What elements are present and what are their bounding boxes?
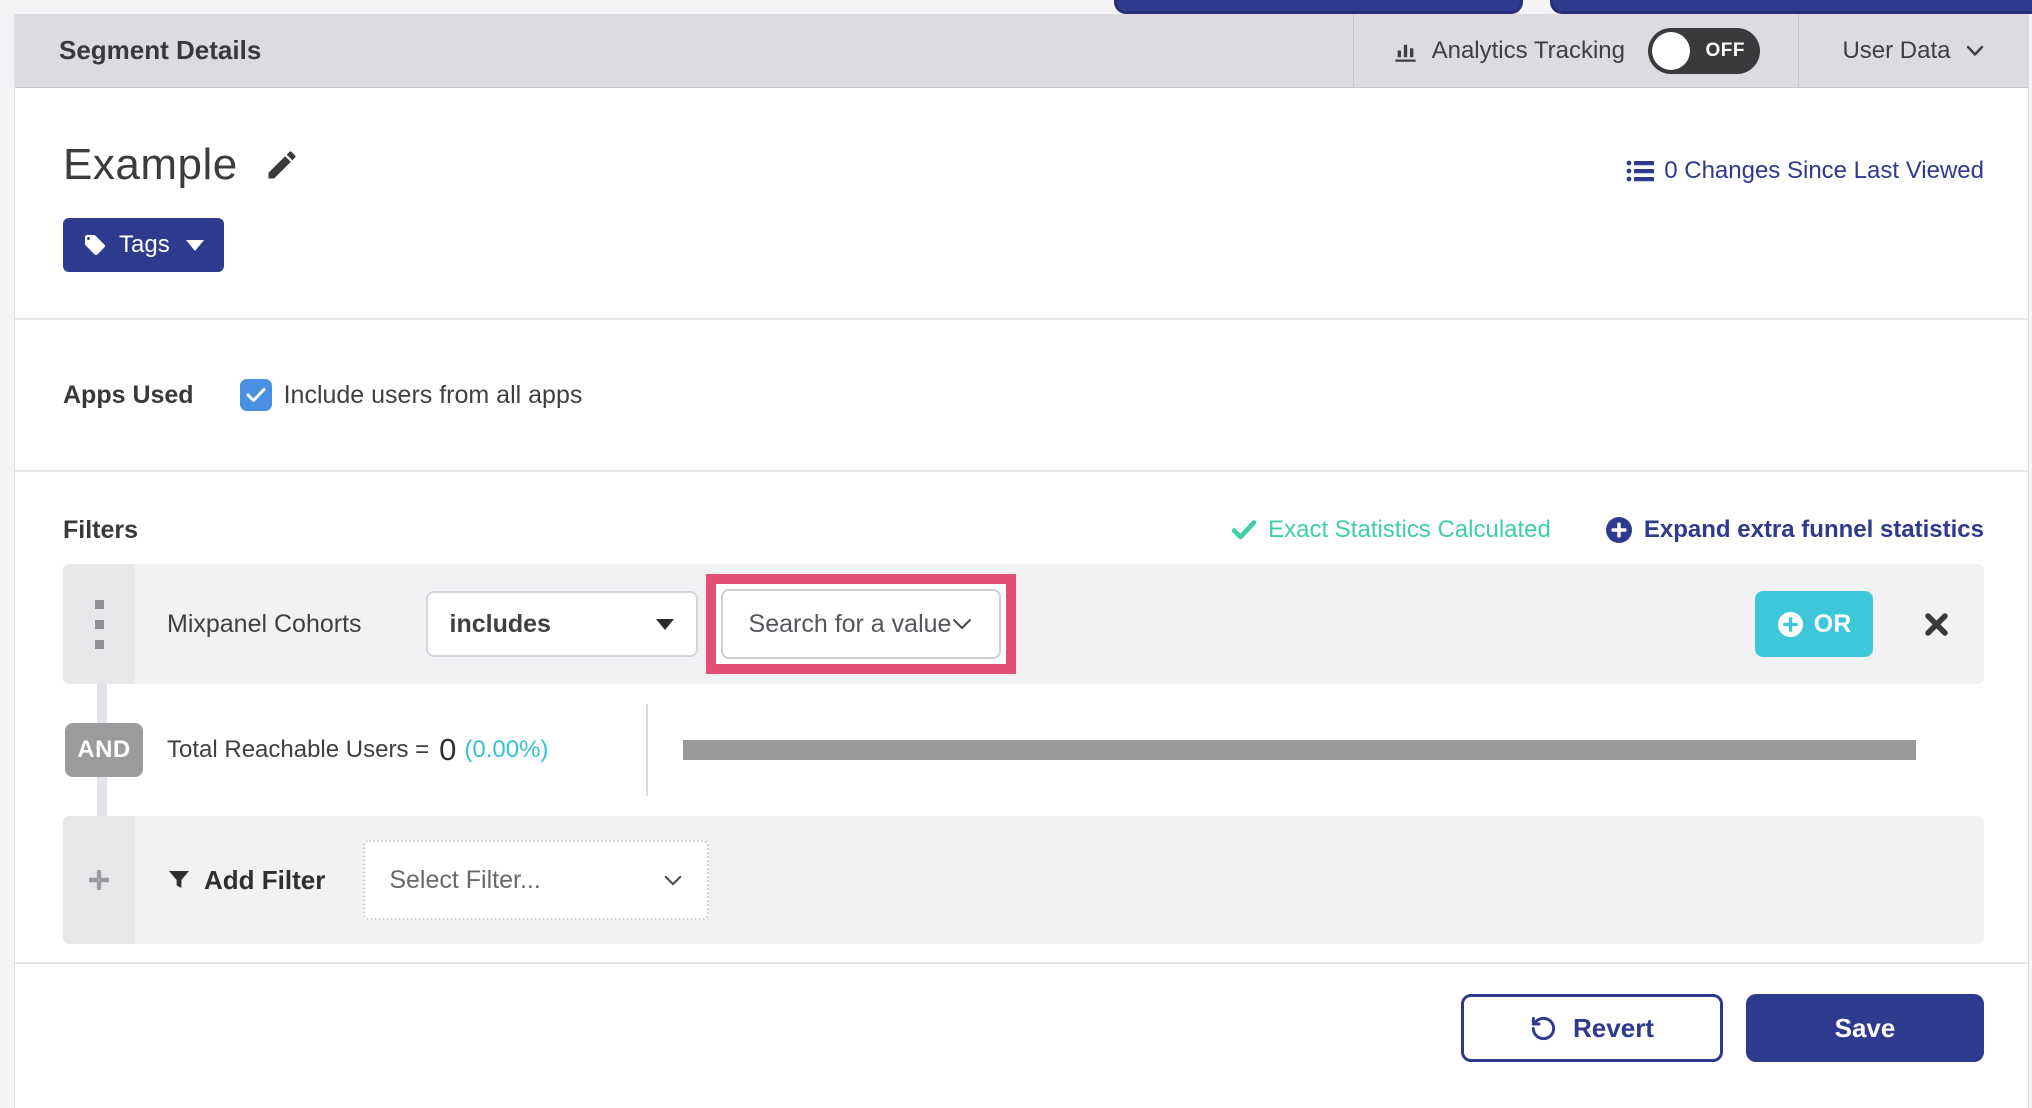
select-filter-placeholder: Select Filter... xyxy=(389,865,541,894)
caret-down-icon xyxy=(655,618,674,630)
add-filter-gutter xyxy=(63,816,135,944)
chevron-down-icon xyxy=(663,874,683,887)
bar-chart-icon xyxy=(1392,37,1419,64)
chevron-down-icon xyxy=(1965,44,1985,58)
header-bar: Segment Details Analytics Tracking OFF U… xyxy=(15,14,2028,88)
segment-name: Example xyxy=(63,140,238,189)
undo-rotate-icon xyxy=(1530,1015,1557,1042)
apps-used-section: Apps Used Include users from all apps xyxy=(15,318,2028,470)
select-filter-dropdown[interactable]: Select Filter... xyxy=(363,840,710,920)
funnel-icon xyxy=(167,868,191,892)
add-filter-row: Add Filter Select Filter... xyxy=(63,816,1984,944)
exact-statistics-status: Exact Statistics Calculated xyxy=(1231,516,1551,544)
top-cutoff-button-right[interactable] xyxy=(1550,0,2032,14)
tags-button-label: Tags xyxy=(119,231,170,258)
filter-row: Mixpanel Cohorts includes Search for a v… xyxy=(63,564,1984,684)
tags-button[interactable]: Tags xyxy=(63,218,224,272)
or-button-label: OR xyxy=(1813,609,1852,638)
analytics-tracking-toggle[interactable]: OFF xyxy=(1648,27,1760,74)
user-data-dropdown[interactable]: User Data xyxy=(1798,14,2028,87)
drag-dot xyxy=(94,639,104,649)
toggle-state-label: OFF xyxy=(1705,39,1745,61)
operator-dropdown[interactable]: includes xyxy=(425,591,698,657)
revert-button-label: Revert xyxy=(1573,1012,1654,1043)
drag-handle[interactable] xyxy=(63,564,135,684)
total-reachable-percent: (0.00%) xyxy=(464,736,549,763)
highlight-annotation-box: Search for a value xyxy=(705,574,1017,674)
drag-dot xyxy=(94,619,104,629)
expand-funnel-statistics-label: Expand extra funnel statistics xyxy=(1643,516,1984,543)
expand-funnel-statistics-link[interactable]: Expand extra funnel statistics xyxy=(1605,516,1984,544)
plus-circle-icon xyxy=(1605,516,1633,544)
changes-link-label: 0 Changes Since Last Viewed xyxy=(1664,157,1984,184)
caret-down-icon xyxy=(185,239,204,251)
add-filter-label: Add Filter xyxy=(204,864,326,895)
top-cutoff-button-left[interactable] xyxy=(1114,0,1523,14)
drag-dot xyxy=(94,599,104,609)
include-all-apps-checkbox[interactable] xyxy=(239,379,272,411)
total-reachable-value: 0 xyxy=(439,732,457,767)
filters-heading: Filters xyxy=(63,515,139,544)
user-data-label: User Data xyxy=(1842,36,1951,64)
exact-statistics-label: Exact Statistics Calculated xyxy=(1268,516,1551,543)
include-all-apps-label: Include users from all apps xyxy=(283,380,583,409)
changes-since-last-viewed-link[interactable]: 0 Changes Since Last Viewed xyxy=(1626,152,1984,190)
reachable-users-bar xyxy=(683,740,1916,760)
toggle-knob xyxy=(1652,31,1690,70)
segment-name-section: Example 0 Changes Since Last Viewed Tags xyxy=(15,88,2028,318)
total-reachable-label: Total Reachable Users = xyxy=(167,736,430,763)
save-button[interactable]: Save xyxy=(1746,994,1984,1062)
check-icon xyxy=(1231,519,1257,541)
value-search-placeholder: Search for a value xyxy=(748,609,952,638)
analytics-tracking-group: Analytics Tracking OFF xyxy=(1352,14,1798,87)
page-title: Segment Details xyxy=(59,35,262,65)
plus-icon xyxy=(87,868,111,892)
value-search-dropdown[interactable]: Search for a value xyxy=(720,589,1002,659)
plus-circle-icon xyxy=(1777,611,1804,638)
segment-details-card: Segment Details Analytics Tracking OFF U… xyxy=(14,14,2029,1108)
change-list-icon xyxy=(1626,159,1655,183)
footer-actions: Revert Save xyxy=(15,962,2028,1062)
filter-field-name: Mixpanel Cohorts xyxy=(167,609,362,638)
filters-section: Filters Exact Statistics Calculated Expa… xyxy=(15,470,2028,944)
edit-pencil-icon[interactable] xyxy=(264,147,300,183)
remove-filter-button[interactable] xyxy=(1923,611,1950,638)
analytics-tracking-label: Analytics Tracking xyxy=(1431,36,1625,64)
chevron-down-icon xyxy=(951,617,973,631)
add-or-condition-button[interactable]: OR xyxy=(1755,591,1873,657)
revert-button[interactable]: Revert xyxy=(1461,994,1723,1062)
tag-icon xyxy=(83,233,107,257)
operator-value: includes xyxy=(449,609,551,638)
and-badge: AND xyxy=(65,723,143,777)
apps-used-label: Apps Used xyxy=(63,380,194,409)
totals-row: AND Total Reachable Users = 0 (0.00%) xyxy=(63,684,1984,816)
